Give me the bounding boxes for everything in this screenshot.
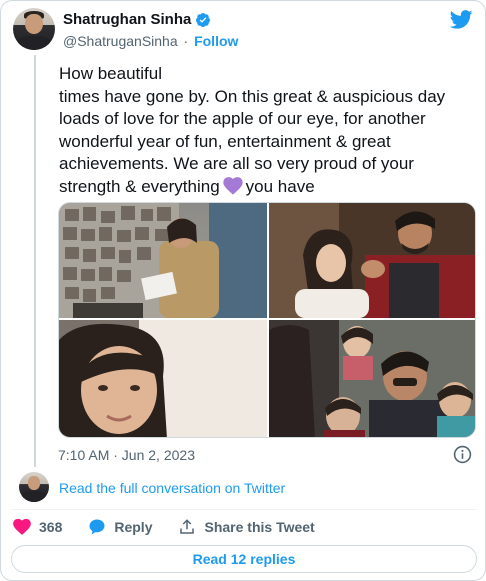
tweet-card: Shatrughan Sinha @ShatruganSinha · Follo… xyxy=(0,0,486,581)
reply-label: Reply xyxy=(114,519,153,535)
full-conversation-link[interactable]: Read the full conversation on Twitter xyxy=(59,480,285,496)
photo-child-portrait[interactable] xyxy=(59,320,267,437)
heart-icon xyxy=(13,518,31,535)
author-name-row: Shatrughan Sinha xyxy=(63,11,211,28)
tweet-timestamp[interactable]: 7:10 AM · Jun 2, 2023 xyxy=(58,447,195,463)
photo-father-daughter[interactable] xyxy=(269,203,475,318)
tweet-text: How beautiful times have gone by. On thi… xyxy=(59,63,477,198)
reply-bubble-icon xyxy=(89,519,105,535)
author-handle[interactable]: @ShatruganSinha xyxy=(63,33,178,49)
avatar[interactable] xyxy=(13,8,55,50)
tweet-text-line1: How beautiful xyxy=(59,64,163,83)
share-label: Share this Tweet xyxy=(204,519,315,535)
divider xyxy=(11,509,477,510)
reply-button[interactable]: Reply xyxy=(88,518,152,536)
read-replies-button[interactable]: Read 12 replies xyxy=(11,545,477,573)
follow-button[interactable]: Follow xyxy=(194,33,238,49)
purple-heart-icon xyxy=(223,176,243,195)
share-icon xyxy=(180,519,195,534)
tweet-text-tail: you have xyxy=(245,176,315,196)
author-display-name[interactable]: Shatrughan Sinha xyxy=(63,11,191,28)
like-button[interactable]: 368 xyxy=(13,518,62,536)
separator-dot: · xyxy=(183,33,189,49)
twitter-bird-icon[interactable] xyxy=(450,10,473,29)
action-bar: 368 Reply Share this Tweet xyxy=(13,517,315,537)
thread-line xyxy=(34,55,36,467)
media-grid[interactable] xyxy=(58,202,476,438)
author-handle-row: @ShatruganSinha · Follow xyxy=(63,33,238,49)
like-count: 368 xyxy=(39,519,63,535)
conversation-avatar[interactable] xyxy=(19,472,49,502)
info-icon[interactable] xyxy=(453,445,472,464)
verified-icon xyxy=(196,12,211,27)
photo-family-vintage[interactable] xyxy=(269,320,475,437)
photo-police-uniform[interactable] xyxy=(59,203,267,318)
share-button[interactable]: Share this Tweet xyxy=(178,518,315,536)
